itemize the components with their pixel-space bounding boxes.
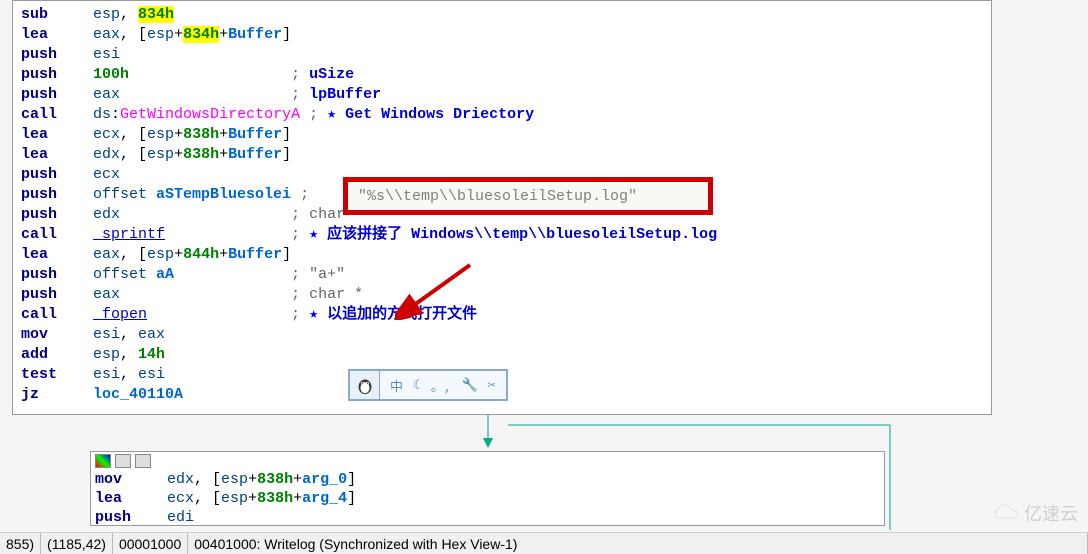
asm-line[interactable]: push eax ; char * xyxy=(21,285,983,305)
status-bar: 855) (1185,42) 00001000 00401000: Writel… xyxy=(0,532,1088,554)
asm-line[interactable]: call _fopen ; ★ 以追加的方式打开文件 xyxy=(21,305,983,325)
asm-line[interactable]: lea eax, [esp+844h+Buffer] xyxy=(21,245,983,265)
asm-line[interactable]: lea edx, [esp+838h+Buffer] xyxy=(21,145,983,165)
palette-icon[interactable] xyxy=(95,454,111,468)
asm-line[interactable]: push 100h ; uSize xyxy=(21,65,983,85)
asm-line[interactable]: mov esi, eax xyxy=(21,325,983,345)
ime-mode[interactable]: 中 xyxy=(390,376,403,395)
asm-line[interactable]: call ds:GetWindowsDirectoryA ; ★ Get Win… xyxy=(21,105,983,125)
hint-tooltip: "%s\\temp\\bluesoleilSetup.log" xyxy=(343,177,713,215)
asm-line[interactable]: mov edx, [esp+838h+arg_0] xyxy=(95,470,880,489)
asm-line[interactable]: lea eax, [esp+834h+Buffer] xyxy=(21,25,983,45)
tool-icon-1[interactable] xyxy=(115,454,131,468)
moon-icon[interactable]: ☾ xyxy=(413,378,421,393)
ime-toolbar[interactable]: 中 ☾ 。, 🔧 ✂ xyxy=(348,369,508,401)
asm-line[interactable]: push edi xyxy=(95,508,880,527)
asm-line[interactable]: add esp, 14h xyxy=(21,345,983,365)
asm-line[interactable]: push esi xyxy=(21,45,983,65)
status-cell-3: 00001000 xyxy=(113,533,188,554)
asm-line[interactable]: call _sprintf ; ★ 应该拼接了 Windows\\temp\\b… xyxy=(21,225,983,245)
status-cell-1: 855) xyxy=(0,533,41,554)
asm-line[interactable]: lea ecx, [esp+838h+Buffer] xyxy=(21,125,983,145)
disassembly-block-second[interactable]: mov edx, [esp+838h+arg_0]lea ecx, [esp+8… xyxy=(90,451,885,526)
punct-icon[interactable]: 。, xyxy=(431,376,452,395)
asm-line[interactable]: sub esp, 834h xyxy=(21,5,983,25)
status-cell-2: (1185,42) xyxy=(41,533,113,554)
clip-icon[interactable]: ✂ xyxy=(488,378,496,393)
tool-icon-2[interactable] xyxy=(135,454,151,468)
asm-line[interactable]: push offset aA ; "a+" xyxy=(21,265,983,285)
tooltip-text: "%s\\temp\\bluesoleilSetup.log" xyxy=(358,188,637,205)
penguin-icon[interactable] xyxy=(350,371,380,399)
asm-line[interactable]: push eax ; lpBuffer xyxy=(21,85,983,105)
watermark: 亿速云 xyxy=(993,500,1078,526)
wrench-icon[interactable]: 🔧 xyxy=(462,378,478,393)
status-cell-4: 00401000: Writelog (Synchronized with He… xyxy=(188,533,1088,554)
asm-line[interactable]: lea ecx, [esp+838h+arg_4] xyxy=(95,489,880,508)
